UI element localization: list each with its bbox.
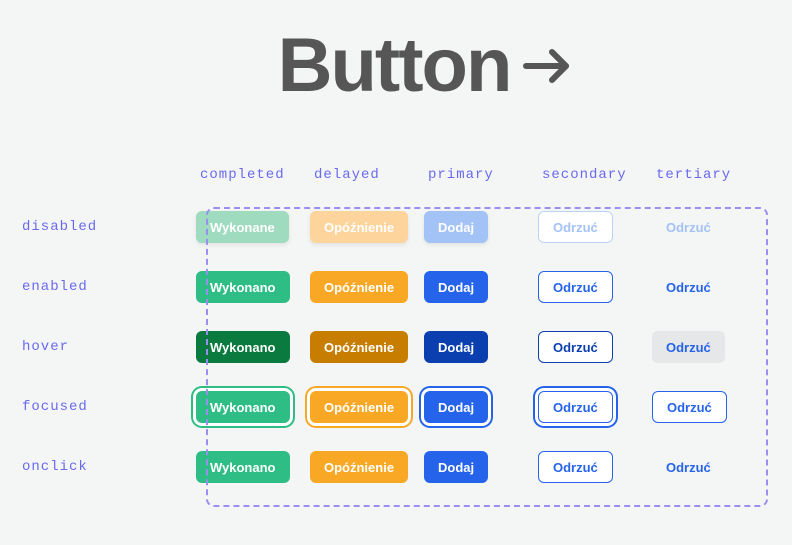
- btn-delayed-onclick[interactable]: Opóźnienie: [310, 451, 408, 483]
- btn-tertiary-enabled[interactable]: Odrzuć: [652, 271, 725, 303]
- button-matrix: completed delayed primary secondary tert…: [16, 167, 792, 483]
- row-label-enabled: enabled: [16, 279, 196, 295]
- col-header-primary: primary: [424, 167, 538, 183]
- col-header-completed: completed: [196, 167, 310, 183]
- btn-secondary-hover[interactable]: Odrzuć: [538, 331, 613, 363]
- btn-primary-onclick[interactable]: Dodaj: [424, 451, 488, 483]
- btn-completed-onclick[interactable]: Wykonano: [196, 451, 290, 483]
- btn-completed-disabled[interactable]: Wykonane: [196, 211, 289, 243]
- btn-delayed-hover[interactable]: Opóźnienie: [310, 331, 408, 363]
- row-label-onclick: onclick: [16, 459, 196, 475]
- col-header-tertiary: tertiary: [652, 167, 766, 183]
- btn-primary-enabled[interactable]: Dodaj: [424, 271, 488, 303]
- btn-completed-enabled[interactable]: Wykonano: [196, 271, 290, 303]
- btn-secondary-onclick[interactable]: Odrzuć: [538, 451, 613, 483]
- btn-delayed-focused[interactable]: Opóźnienie: [310, 391, 408, 423]
- btn-secondary-enabled[interactable]: Odrzuć: [538, 271, 613, 303]
- page-title-wrap: Button: [60, 0, 792, 109]
- btn-delayed-enabled[interactable]: Opóźnienie: [310, 271, 408, 303]
- btn-tertiary-onclick[interactable]: Odrzuć: [652, 451, 725, 483]
- btn-completed-hover[interactable]: Wykonano: [196, 331, 290, 363]
- btn-tertiary-focused[interactable]: Odrzuć: [652, 391, 727, 423]
- btn-primary-disabled[interactable]: Dodaj: [424, 211, 488, 243]
- col-header-delayed: delayed: [310, 167, 424, 183]
- btn-primary-hover[interactable]: Dodaj: [424, 331, 488, 363]
- page-title: Button: [278, 22, 511, 109]
- row-label-focused: focused: [16, 399, 196, 415]
- btn-tertiary-disabled[interactable]: Odrzuć: [652, 211, 725, 243]
- arrow-right-icon: [522, 46, 574, 86]
- row-label-disabled: disabled: [16, 219, 196, 235]
- btn-delayed-disabled[interactable]: Opóźnienie: [310, 211, 408, 243]
- btn-primary-focused[interactable]: Dodaj: [424, 391, 488, 423]
- btn-tertiary-hover[interactable]: Odrzuć: [652, 331, 725, 363]
- btn-secondary-disabled[interactable]: Odrzuć: [538, 211, 613, 243]
- row-label-hover: hover: [16, 339, 196, 355]
- col-header-secondary: secondary: [538, 167, 652, 183]
- btn-secondary-focused[interactable]: Odrzuć: [538, 391, 613, 423]
- btn-completed-focused[interactable]: Wykonano: [196, 391, 290, 423]
